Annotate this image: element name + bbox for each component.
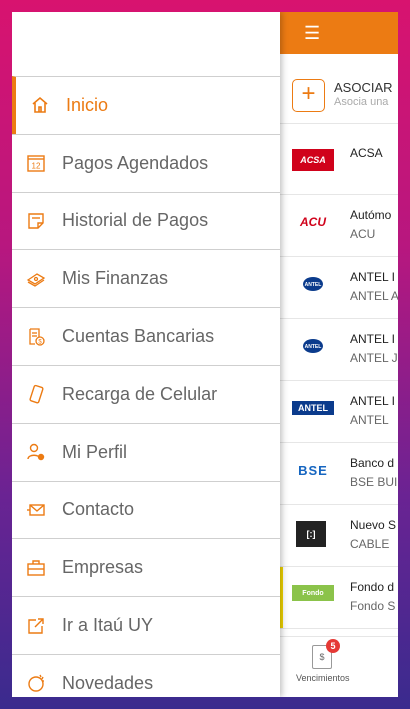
antel-logo-icon: ANTEL: [292, 335, 334, 357]
bse-logo-icon: BSE: [298, 462, 328, 478]
menu-item-recarga-celular[interactable]: Recarga de Celular: [12, 364, 280, 423]
phone-icon: [26, 384, 46, 404]
antel-logo-icon: ANTEL: [292, 401, 334, 415]
svg-text:ANTEL: ANTEL: [305, 344, 322, 350]
business-name: ANTEL I: [350, 394, 395, 408]
home-icon: [30, 95, 50, 115]
bottom-navigation: $ 5 Vencimientos: [278, 636, 398, 697]
menu-item-label: Mis Finanzas: [62, 268, 169, 289]
app-main-panel: ☰ + ASOCIAR Asocia una ACSA ACSA ACU Aut…: [278, 12, 398, 697]
menu-item-historial[interactable]: Historial de Pagos: [12, 191, 280, 250]
svg-text:ANTEL: ANTEL: [305, 282, 322, 288]
business-name: ANTEL I: [350, 270, 395, 284]
list-item[interactable]: Fondo Fondo d Fondo S: [278, 567, 398, 629]
menu-item-contacto[interactable]: Contacto: [12, 480, 280, 539]
acu-logo-icon: ACU: [300, 215, 326, 229]
menu-item-pagos-agendados[interactable]: 12 Pagos Agendados: [12, 133, 280, 192]
business-subtitle: BSE BUI: [350, 475, 398, 489]
phone-screen: ☰ + ASOCIAR Asocia una ACSA ACSA ACU Aut…: [12, 12, 398, 697]
list-item[interactable]: ANTEL ANTEL I ANTEL A: [278, 257, 398, 319]
news-icon: [26, 673, 46, 693]
business-name: ACSA: [350, 146, 383, 160]
external-link-icon: [26, 616, 46, 636]
menu-item-label: Novedades: [62, 672, 154, 693]
menu-item-label: Mi Perfil: [62, 441, 128, 462]
acsa-logo-icon: ACSA: [292, 149, 334, 171]
svg-text:12: 12: [32, 162, 41, 171]
menu-item-cuentas-bancarias[interactable]: $ Cuentas Bancarias: [12, 307, 280, 365]
finance-icon: [26, 269, 46, 289]
business-list: ACSA ACSA ACU Autómo ACU ANTEL ANTEL I A…: [278, 133, 398, 629]
menu-item-mis-finanzas[interactable]: Mis Finanzas: [12, 249, 280, 307]
profile-icon: [26, 442, 46, 462]
menu-item-label: Recarga de Celular: [62, 383, 218, 404]
menu-item-label: Empresas: [62, 557, 144, 578]
list-item[interactable]: [:] Nuevo S CABLE: [278, 505, 398, 567]
associate-title: ASOCIAR: [334, 80, 393, 95]
business-name: Nuevo S: [350, 518, 397, 532]
navigation-drawer: Inicio 12 Pagos Agendados Historial de P…: [12, 12, 280, 697]
menu-item-ir-itau[interactable]: Ir a Itaú UY: [12, 596, 280, 654]
list-item[interactable]: BSE Banco d BSE BUI: [278, 443, 398, 505]
calendar-icon: 12: [26, 153, 46, 173]
business-name: ANTEL I: [350, 332, 395, 346]
mail-icon: [26, 500, 46, 520]
drawer-menu: Inicio 12 Pagos Agendados Historial de P…: [12, 76, 280, 697]
plus-icon[interactable]: +: [292, 79, 325, 112]
fondo-logo-icon: Fondo: [292, 585, 334, 601]
menu-item-mi-perfil[interactable]: Mi Perfil: [12, 422, 280, 481]
menu-item-novedades[interactable]: Novedades: [12, 653, 280, 697]
menu-item-label: Ir a Itaú UY: [62, 615, 154, 636]
menu-item-empresas[interactable]: Empresas: [12, 538, 280, 596]
business-subtitle: CABLE: [350, 537, 390, 551]
drawer-header: [12, 12, 280, 76]
bank-account-icon: $: [26, 327, 46, 347]
menu-item-label: Inicio: [66, 94, 109, 115]
associate-business-row[interactable]: + ASOCIAR Asocia una: [278, 72, 398, 124]
list-item[interactable]: ANTEL ANTEL I ANTEL: [278, 381, 398, 443]
business-subtitle: ACU: [350, 227, 376, 241]
list-item[interactable]: ACSA ACSA: [278, 133, 398, 195]
history-icon: [26, 211, 46, 231]
business-name: Autómo: [350, 208, 392, 222]
list-item[interactable]: ANTEL ANTEL I ANTEL J: [278, 319, 398, 381]
menu-item-label: Contacto: [62, 499, 135, 520]
menu-item-inicio[interactable]: Inicio: [12, 76, 280, 134]
list-item[interactable]: ACU Autómo ACU: [278, 195, 398, 257]
business-name: Banco d: [350, 456, 395, 470]
briefcase-icon: [26, 558, 46, 578]
app-toolbar: ☰: [278, 12, 398, 54]
business-subtitle: ANTEL: [350, 413, 389, 427]
antel-logo-icon: ANTEL: [292, 273, 334, 295]
notification-badge: 5: [326, 639, 340, 653]
menu-item-label: Cuentas Bancarias: [62, 326, 215, 347]
menu-item-label: Pagos Agendados: [62, 152, 209, 173]
menu-icon[interactable]: ☰: [304, 24, 320, 42]
business-subtitle: ANTEL A: [350, 289, 398, 303]
menu-item-label: Historial de Pagos: [62, 210, 209, 231]
business-subtitle: Fondo S: [350, 599, 396, 613]
business-subtitle: ANTEL J: [350, 351, 398, 365]
associate-subtitle: Asocia una: [334, 96, 389, 108]
due-dates-label[interactable]: Vencimientos: [296, 673, 350, 683]
cable-logo-icon: [:]: [296, 521, 326, 547]
business-name: Fondo d: [350, 580, 395, 594]
